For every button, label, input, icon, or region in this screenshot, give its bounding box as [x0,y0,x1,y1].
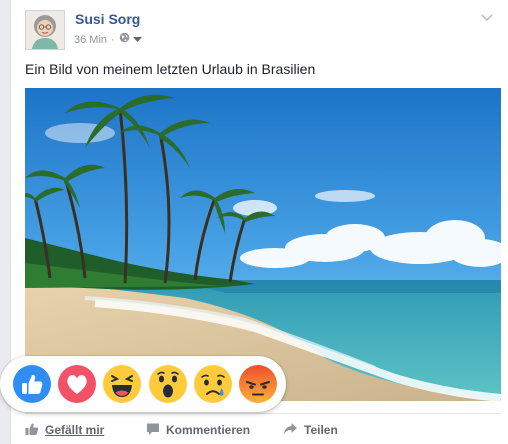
audience-dropdown-icon[interactable] [132,33,142,47]
post-time[interactable]: 36 Min [74,33,107,47]
angry-face-icon [239,365,277,403]
reaction-love[interactable] [57,364,97,404]
post-meta: 36 Min · [74,32,142,47]
share-label: Teilen [304,423,338,437]
thumbs-up-icon [25,422,39,439]
laughing-face-icon [103,365,141,403]
thumbs-up-icon [13,365,51,403]
post-actions: Gefällt mir Kommentieren Teilen [25,418,501,442]
heart-icon [58,365,96,403]
like-label: Gefällt mir [45,423,105,437]
comment-button[interactable]: Kommentieren [146,418,250,442]
post-options-chevron-icon[interactable] [479,10,495,26]
avatar-image [26,11,64,49]
like-button[interactable]: Gefällt mir [25,418,104,442]
comment-icon [146,422,160,439]
surprised-face-icon [149,365,187,403]
reaction-angry[interactable] [238,364,278,404]
meta-separator: · [111,33,115,46]
avatar[interactable] [25,10,65,50]
share-button[interactable]: Teilen [283,418,338,442]
reaction-haha[interactable] [102,364,142,404]
action-divider [25,413,501,414]
crying-face-icon [194,365,232,403]
post-header: Susi Sorg 36 Min · [25,10,495,50]
reaction-sad[interactable] [193,364,233,404]
post-text: Ein Bild von meinem letzten Urlaub in Br… [25,61,316,77]
share-arrow-icon [283,422,298,439]
post-photo[interactable] [25,88,501,401]
author-name[interactable]: Susi Sorg [75,10,140,28]
beach-photo-image [25,88,501,401]
reaction-wow[interactable] [148,364,188,404]
reaction-like[interactable] [12,364,52,404]
reactions-bar [0,356,286,412]
comment-label: Kommentieren [166,423,251,437]
globe-icon[interactable] [119,32,130,47]
